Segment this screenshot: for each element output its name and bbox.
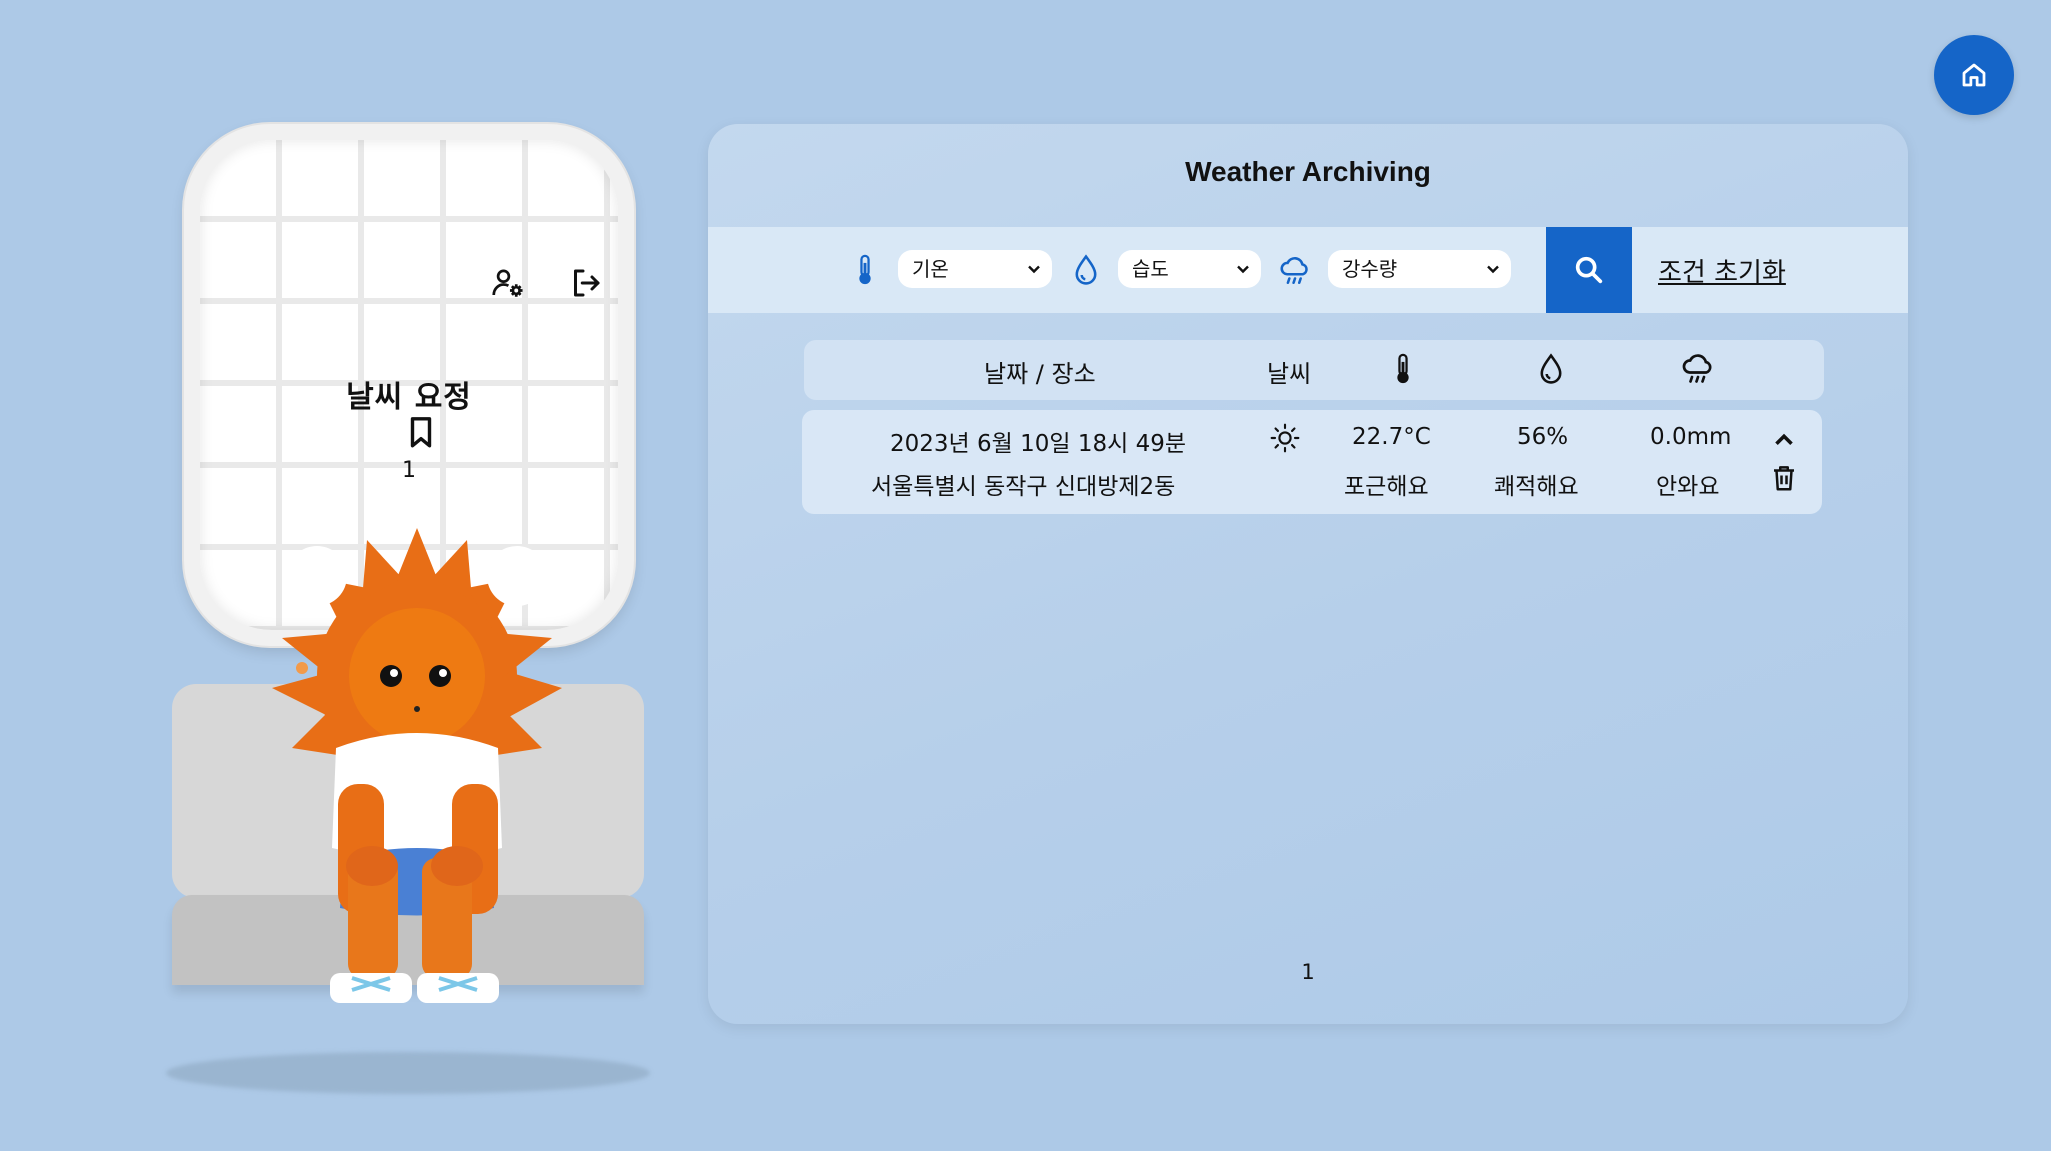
chevron-down-icon bbox=[1487, 265, 1499, 274]
floor-shadow bbox=[166, 1052, 650, 1094]
header-date-place: 날짜 / 장소 bbox=[984, 360, 1096, 388]
water-drop-icon bbox=[1075, 254, 1097, 285]
row-temperature: 22.7°C bbox=[1352, 424, 1431, 450]
pagination-current[interactable]: 1 bbox=[708, 960, 1908, 984]
home-button[interactable] bbox=[1934, 35, 2014, 115]
bookmark-icon[interactable] bbox=[406, 416, 436, 450]
table-row[interactable]: 2023년 6월 10일 18시 49분 서울특별시 동작구 신대방제2동 22… bbox=[802, 410, 1822, 514]
search-icon bbox=[1575, 256, 1603, 284]
precipitation-select[interactable]: 강수량 bbox=[1328, 250, 1511, 288]
row-datetime: 2023년 6월 10일 18시 49분 bbox=[890, 431, 1187, 457]
trash-icon[interactable] bbox=[1769, 462, 1799, 494]
chevron-down-icon bbox=[1028, 265, 1040, 274]
chevron-up-icon[interactable] bbox=[1772, 428, 1796, 452]
row-precipitation-feel: 안와요 bbox=[1656, 474, 1720, 500]
sun-icon bbox=[1270, 423, 1300, 453]
rain-cloud-icon bbox=[1682, 354, 1712, 383]
sun-character-illustration bbox=[272, 528, 562, 1003]
row-place: 서울특별시 동작구 신대방제2동 bbox=[871, 474, 1176, 500]
humidity-select-value: 습도 bbox=[1132, 257, 1169, 281]
archive-panel: Weather Archiving 기온 습도 강수량 조건 초기화 날짜 / … bbox=[708, 124, 1908, 1024]
row-humidity-feel: 쾌적해요 bbox=[1494, 474, 1579, 500]
search-button[interactable] bbox=[1546, 227, 1632, 313]
chevron-down-icon bbox=[1237, 265, 1249, 274]
row-precipitation: 0.0mm bbox=[1650, 424, 1732, 450]
table-header: 날짜 / 장소 날씨 bbox=[804, 340, 1824, 400]
temperature-select[interactable]: 기온 bbox=[898, 250, 1052, 288]
nickname: 날씨 요정 bbox=[346, 380, 472, 415]
water-drop-icon bbox=[1540, 353, 1562, 384]
row-humidity: 56% bbox=[1517, 424, 1569, 450]
user-settings-icon[interactable] bbox=[490, 265, 526, 301]
thermometer-icon bbox=[1397, 353, 1409, 384]
header-weather: 날씨 bbox=[1267, 360, 1312, 388]
rain-cloud-icon bbox=[1280, 256, 1308, 285]
precipitation-select-value: 강수량 bbox=[1342, 257, 1398, 281]
bookmark-count: 1 bbox=[402, 458, 416, 483]
row-temperature-feel: 포근해요 bbox=[1344, 474, 1429, 500]
filter-bar: 기온 습도 강수량 조건 초기화 bbox=[708, 227, 1908, 313]
humidity-select[interactable]: 습도 bbox=[1118, 250, 1261, 288]
thermometer-icon bbox=[859, 254, 871, 285]
logout-icon[interactable] bbox=[568, 265, 604, 301]
page-title: Weather Archiving bbox=[1185, 156, 1431, 187]
reset-filters-link[interactable]: 조건 초기화 bbox=[1658, 252, 1786, 289]
home-icon bbox=[1962, 63, 1986, 87]
temperature-select-value: 기온 bbox=[912, 257, 949, 281]
